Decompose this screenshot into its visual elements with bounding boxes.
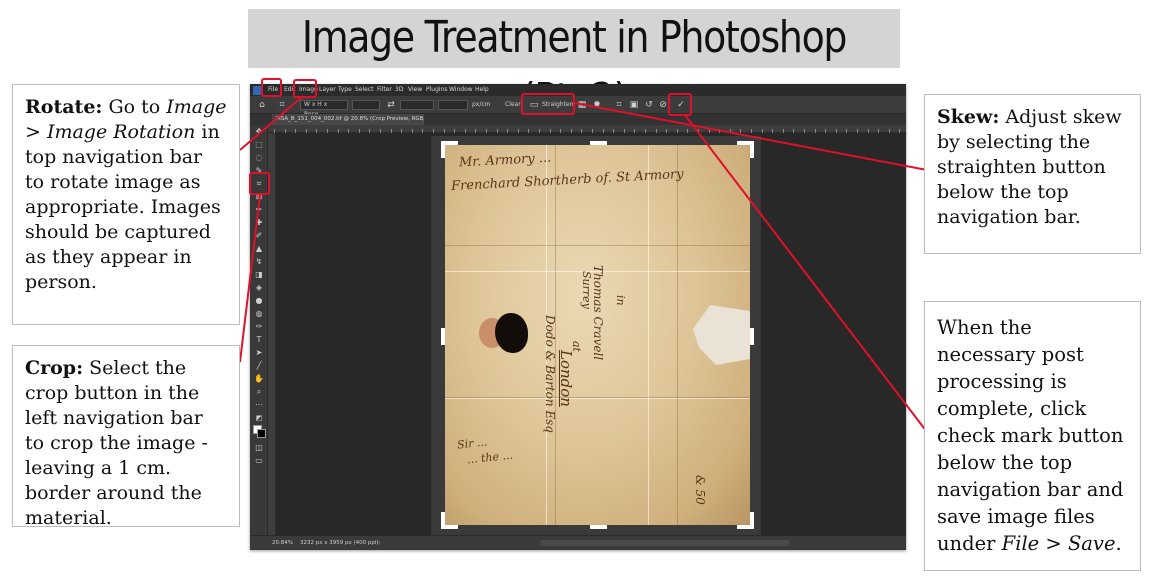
address-line: in: [614, 295, 627, 306]
crop-handle-right[interactable]: [750, 328, 754, 345]
address-line: London: [557, 350, 575, 407]
clear-button[interactable]: Clear: [505, 100, 521, 110]
callout-rotate-label: Rotate:: [25, 96, 103, 118]
history-brush-icon[interactable]: ↯: [253, 257, 265, 267]
zoom-tool-icon[interactable]: ⌕: [253, 387, 265, 397]
handwritten-line: & 50: [693, 475, 707, 505]
marquee-tool-icon[interactable]: ⬚: [253, 140, 265, 150]
swap-icon[interactable]: ⇄: [386, 100, 396, 110]
callout-rotate: Rotate: Go to Image > Image Rotation in …: [12, 84, 240, 325]
callout-skew-label: Skew:: [937, 106, 1000, 128]
background-color-swatch[interactable]: [257, 429, 266, 438]
height-field[interactable]: [400, 100, 434, 110]
more-tools-icon[interactable]: ⋯: [253, 400, 265, 410]
callout-crop: Crop: Select the crop button in the left…: [12, 345, 240, 529]
type-tool-icon[interactable]: T: [253, 335, 265, 345]
paper-fold: [677, 145, 678, 525]
menu-layer[interactable]: Layer: [319, 85, 336, 95]
document-tab-bar: MSA_B_151_004_002.tif @ 20.8% (Crop Prev…: [250, 114, 906, 125]
hand-tool-icon[interactable]: ✋: [253, 374, 265, 384]
menu-view[interactable]: View: [408, 85, 422, 95]
paper-fold: [445, 245, 750, 246]
ratio-select[interactable]: W x H x Reso...: [300, 100, 348, 118]
callout-save-text: .: [1115, 532, 1122, 555]
highlight-straighten: [521, 93, 575, 115]
document-image: Mr. Armory ... Frenchard Shortherb of. S…: [445, 145, 750, 525]
menu-help[interactable]: Help: [475, 85, 489, 95]
crop-handle-top-left[interactable]: [441, 141, 445, 158]
document-size: 3232 px x 3959 px (400 ppi): [300, 540, 379, 546]
resolution-field[interactable]: [438, 100, 468, 110]
wax-seal: [495, 313, 528, 353]
options-bar: ⌂ ⌗ W x H x Reso... ⇄ px/cm Clear ▭ Stra…: [250, 96, 906, 118]
screen-mode-icon[interactable]: ▭: [253, 456, 265, 466]
highlight-crop-tool: [249, 172, 270, 195]
crop-handle-bottom[interactable]: [590, 525, 607, 529]
highlight-file-menu: [261, 78, 282, 97]
dodge-tool-icon[interactable]: ◍: [253, 309, 265, 319]
menu-window[interactable]: Window: [449, 85, 473, 95]
zoom-level[interactable]: 20.84%: [272, 539, 293, 548]
stamp-tool-icon[interactable]: ▲: [253, 244, 265, 254]
address-line: Surrey: [580, 271, 593, 309]
document-tab[interactable]: MSA_B_151_004_002.tif @ 20.8% (Crop Prev…: [272, 114, 424, 125]
address-line: Thomas Cravell: [591, 265, 605, 361]
crop-handle-left[interactable]: [441, 328, 445, 345]
menu-3d[interactable]: 3D: [395, 85, 403, 95]
crop-grid-line: [445, 398, 750, 399]
crop-handle-bottom-left[interactable]: [441, 512, 445, 529]
menu-bar: File Edit Image Layer Type Select Filter…: [250, 84, 906, 96]
slide-title: Image Treatment in Photoshop (Pt. 2): [301, 12, 848, 125]
callout-save-text: When the necessary post processing is co…: [937, 316, 1124, 555]
quick-mask-icon[interactable]: ◫: [253, 443, 265, 453]
callout-crop-text: Select the crop button in the left navig…: [25, 357, 208, 529]
eyedropper-tool-icon[interactable]: ✒: [253, 205, 265, 215]
units-select[interactable]: px/cm: [472, 100, 491, 110]
eraser-tool-icon[interactable]: ◨: [253, 270, 265, 280]
crop-handle-top[interactable]: [590, 141, 607, 145]
gradient-tool-icon[interactable]: ◈: [253, 283, 265, 293]
lasso-tool-icon[interactable]: ◌: [253, 153, 265, 163]
move-tool-icon[interactable]: ✥: [253, 127, 265, 137]
swap-colors-icon[interactable]: ◩: [253, 413, 265, 423]
brush-tool-icon[interactable]: ✐: [253, 231, 265, 241]
top-ruler: [268, 125, 906, 133]
crop-handle-top-right[interactable]: [750, 141, 754, 158]
blur-tool-icon[interactable]: ●: [253, 296, 265, 306]
horizontal-scrollbar[interactable]: [540, 540, 790, 546]
menu-select[interactable]: Select: [355, 85, 374, 95]
crop-tool-icon[interactable]: ⌗: [277, 100, 287, 110]
healing-tool-icon[interactable]: ✚: [253, 218, 265, 228]
menu-plugins[interactable]: Plugins: [426, 85, 448, 95]
menu-type[interactable]: Type: [338, 85, 352, 95]
settings-gear-icon[interactable]: ✹: [592, 100, 602, 110]
highlight-image-menu: [293, 79, 317, 98]
path-select-icon[interactable]: ➤: [253, 348, 265, 358]
callout-skew: Skew: Adjust skew by selecting the strai…: [924, 94, 1141, 254]
status-bar: 20.84% 3232 px x 3959 px (400 ppi) ›: [250, 535, 906, 550]
callout-save: When the necessary post processing is co…: [924, 301, 1141, 571]
reset-icon[interactable]: ↺: [644, 100, 654, 110]
shape-tool-icon[interactable]: ╱: [253, 361, 265, 371]
cancel-icon[interactable]: ⊘: [658, 100, 668, 110]
status-arrow-icon[interactable]: ›: [378, 539, 380, 548]
highlight-checkmark: [668, 93, 692, 116]
content-aware-icon[interactable]: ▣: [629, 100, 639, 110]
home-icon[interactable]: ⌂: [257, 100, 267, 110]
callout-save-menu: File > Save: [1001, 532, 1116, 555]
crop-handle-bottom-right[interactable]: [750, 512, 754, 529]
overlay-grid-icon[interactable]: ▦: [577, 100, 587, 110]
delete-cropped-pixels-icon[interactable]: ⌗: [614, 100, 624, 110]
callout-crop-label: Crop:: [25, 357, 84, 379]
callout-rotate-text: Go to: [102, 96, 167, 118]
pen-tool-icon[interactable]: ✑: [253, 322, 265, 332]
menu-filter[interactable]: Filter: [377, 85, 392, 95]
width-field[interactable]: [352, 100, 380, 110]
address-line: Dodo & Barton Esq: [543, 315, 557, 433]
crop-grid-line: [648, 145, 649, 525]
callout-rotate-text: in top navigation bar to rotate image as…: [25, 121, 221, 293]
